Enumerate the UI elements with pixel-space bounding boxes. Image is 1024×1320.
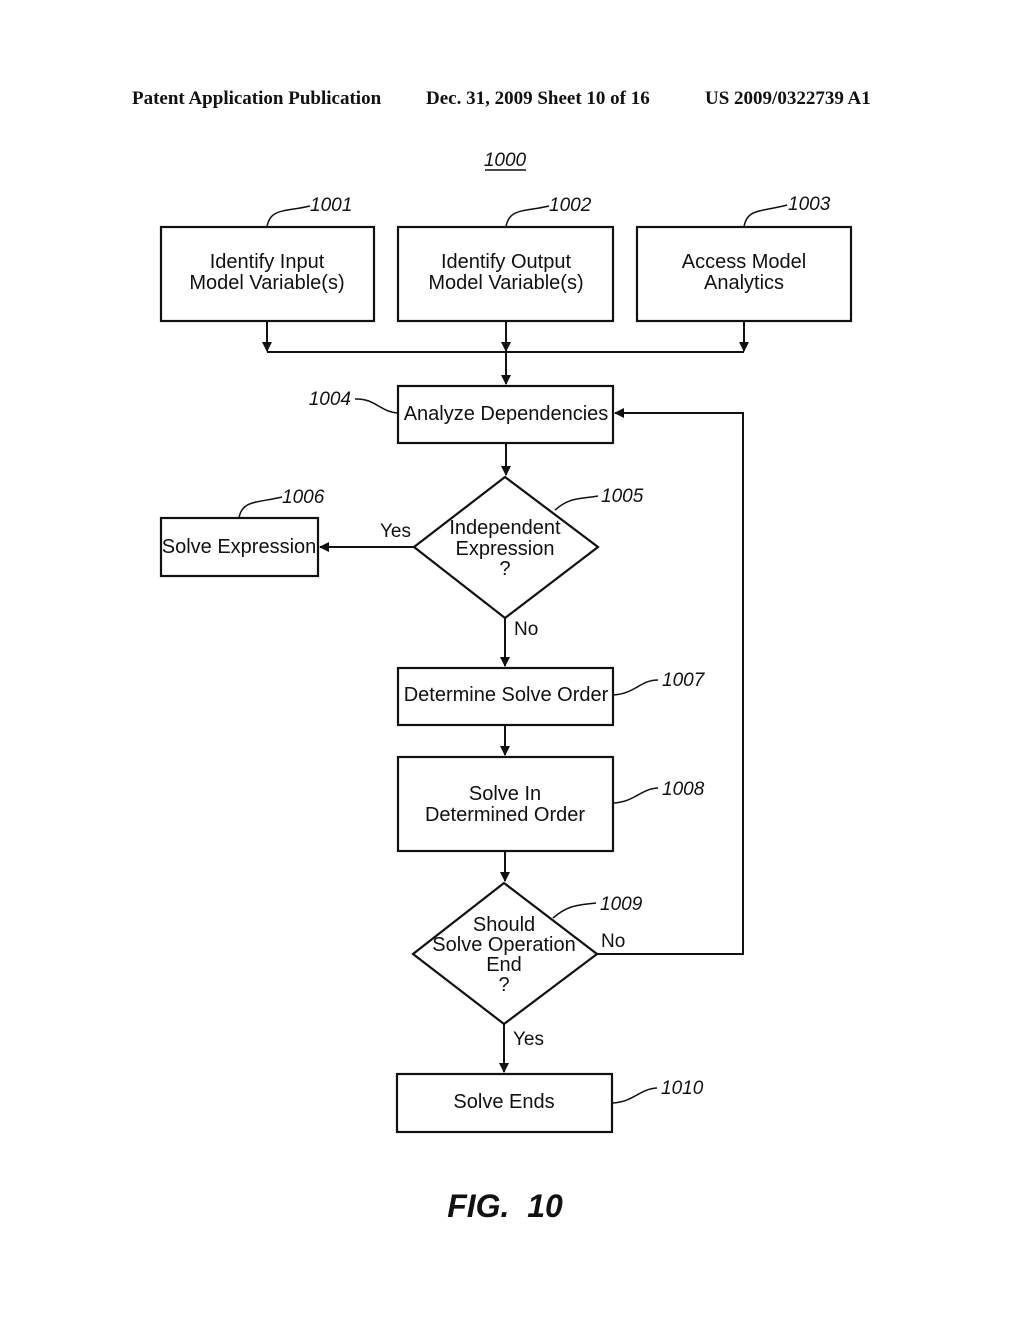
leader-line — [238, 496, 283, 519]
leader-line — [554, 495, 599, 511]
leader-line — [743, 204, 788, 228]
ref-number: 1008 — [662, 779, 705, 800]
diagram-id: 1000 — [484, 150, 527, 171]
flowchart: 1000 Identify Input Model Variable(s) 10… — [159, 150, 853, 1224]
node-text-line1: Solve Ends — [453, 1091, 554, 1113]
leader-line — [505, 205, 550, 228]
ref-number: 1006 — [282, 487, 325, 508]
node-text-line3: End — [486, 954, 522, 976]
node-1007: Determine Solve Order 1007 — [396, 666, 706, 727]
node-text-line1: Analyze Dependencies — [404, 403, 609, 425]
leader-line — [612, 679, 659, 696]
node-text-line2: Model Variable(s) — [189, 272, 344, 294]
node-1005: Independent Expression ? 1005 — [412, 475, 644, 620]
ref-number: 1007 — [662, 670, 706, 691]
node-1008: Solve In Determined Order 1008 — [396, 755, 705, 853]
node-text-line3: ? — [499, 558, 510, 580]
leader-line — [612, 787, 659, 804]
leader-line — [611, 1087, 658, 1104]
ref-number: 1004 — [309, 389, 351, 410]
node-text-line1: Access Model — [682, 251, 807, 273]
ref-number: 1002 — [549, 195, 592, 216]
node-text-line1: Identify Input — [210, 251, 325, 273]
leader-line — [266, 205, 311, 228]
node-text-line2: Determined Order — [425, 804, 585, 826]
edge-label-yes: Yes — [513, 1029, 544, 1050]
node-text-line1: Should — [473, 914, 535, 936]
node-text-line1: Identify Output — [441, 251, 572, 273]
leader-line — [552, 902, 597, 919]
edge-label-no: No — [601, 931, 625, 952]
node-text-line4: ? — [498, 974, 509, 996]
node-1001: Identify Input Model Variable(s) 1001 — [159, 195, 376, 323]
node-text-line1: Determine Solve Order — [404, 684, 609, 706]
node-1010: Solve Ends 1010 — [395, 1072, 704, 1134]
leader-line — [354, 398, 399, 414]
figure-label: FIG. 10 — [447, 1188, 563, 1224]
edge-label-yes: Yes — [380, 521, 411, 542]
node-text-line1: Independent — [449, 517, 561, 539]
ref-number: 1001 — [310, 195, 352, 216]
edge-label-no: No — [514, 619, 538, 640]
node-text-line2: Solve Operation — [432, 934, 575, 956]
node-text-line2: Model Variable(s) — [428, 272, 583, 294]
node-1004: Analyze Dependencies 1004 — [309, 384, 615, 445]
ref-number: 1010 — [661, 1078, 704, 1099]
ref-number: 1009 — [600, 894, 643, 915]
ref-number: 1005 — [601, 486, 644, 507]
node-text-line1: Solve Expression — [162, 536, 317, 558]
node-text-line2: Expression — [456, 538, 555, 560]
node-1003: Access Model Analytics 1003 — [635, 194, 853, 323]
node-1002: Identify Output Model Variable(s) 1002 — [396, 195, 615, 323]
node-text-line2: Analytics — [704, 272, 784, 294]
ref-number: 1003 — [788, 194, 831, 215]
node-1006: Solve Expression 1006 — [159, 487, 325, 578]
node-text-line1: Solve In — [469, 783, 541, 805]
